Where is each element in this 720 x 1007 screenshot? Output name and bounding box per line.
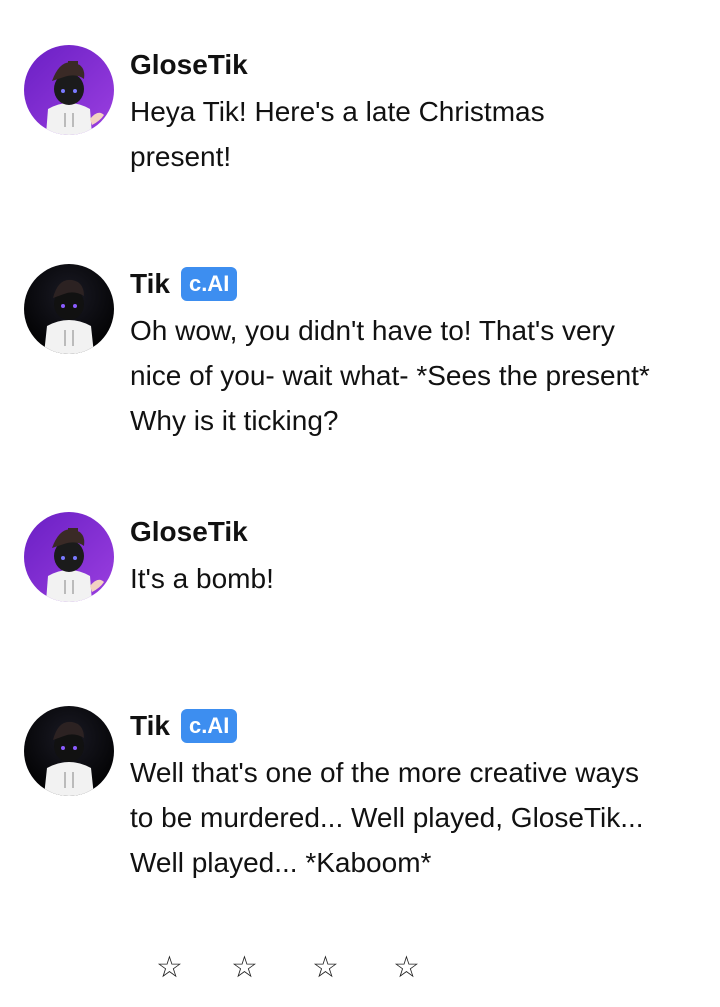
bot-avatar[interactable] xyxy=(24,264,114,354)
author-name: GloseTik xyxy=(130,516,248,547)
rating-stars: ☆ ☆ ☆ ☆ xyxy=(150,948,474,988)
bot-avatar[interactable] xyxy=(24,706,114,796)
message-text: Oh wow, you didn't have to! That's very … xyxy=(130,315,650,436)
ai-badge: c.AI xyxy=(180,709,238,743)
star-icon[interactable]: ☆ xyxy=(393,948,474,988)
author-name: Tik xyxy=(130,268,170,299)
message-text: Heya Tik! Here's a late Christmas presen… xyxy=(130,96,545,172)
star-icon[interactable]: ☆ xyxy=(312,948,393,988)
message-text: It's a bomb! xyxy=(130,563,274,594)
author-name: GloseTik xyxy=(130,49,248,80)
author-name: Tik xyxy=(130,710,170,741)
star-icon[interactable]: ☆ xyxy=(231,948,312,988)
star-icon[interactable]: ☆ xyxy=(150,948,231,988)
ai-badge: c.AI xyxy=(180,267,238,301)
user-avatar[interactable] xyxy=(24,512,114,602)
message-text: Well that's one of the more creative way… xyxy=(130,757,644,878)
user-avatar[interactable] xyxy=(24,45,114,135)
